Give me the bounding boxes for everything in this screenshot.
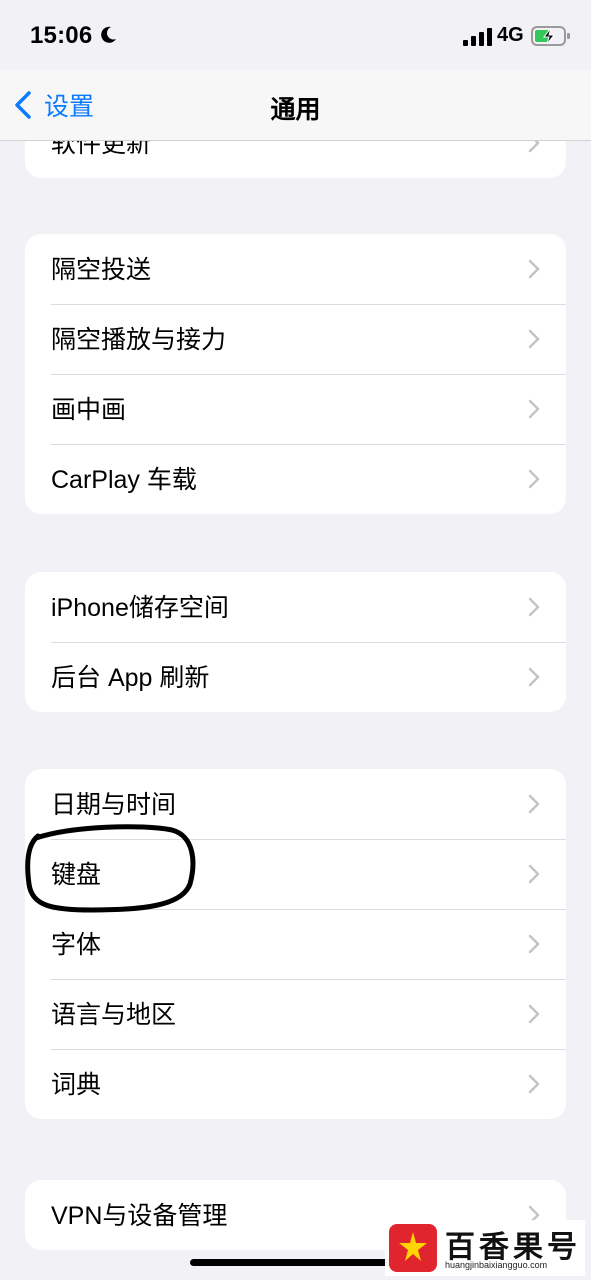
row-label: CarPlay 车载 [51, 466, 197, 494]
chevron-right-icon [528, 794, 540, 814]
row-language-region[interactable]: 语言与地区 [25, 979, 566, 1049]
row-airplay-handoff[interactable]: 隔空播放与接力 [25, 304, 566, 374]
row-picture-in-picture[interactable]: 画中画 [25, 374, 566, 444]
row-label: 日期与时间 [51, 791, 177, 819]
watermark-url: huangjinbaixiangguo.com [445, 1260, 548, 1270]
chevron-right-icon [528, 141, 540, 153]
home-indicator [190, 1259, 400, 1266]
row-keyboard[interactable]: 键盘 [25, 839, 566, 909]
row-airdrop[interactable]: 隔空投送 [25, 234, 566, 304]
row-label: 键盘 [51, 861, 102, 889]
battery-charging-icon [531, 26, 570, 46]
row-label: 词典 [51, 1071, 102, 1099]
row-carplay[interactable]: CarPlay 车载 [25, 444, 566, 514]
row-iphone-storage[interactable]: iPhone储存空间 [25, 572, 566, 642]
chevron-right-icon [528, 667, 540, 687]
row-label: 语言与地区 [51, 1001, 177, 1029]
row-label: 隔空投送 [51, 256, 152, 284]
chevron-right-icon [528, 329, 540, 349]
settings-group-connectivity: 隔空投送 隔空播放与接力 画中画 CarPlay 车载 [25, 234, 566, 514]
chevron-right-icon [528, 469, 540, 489]
chevron-right-icon [528, 399, 540, 419]
watermark: 百香果号 huangjinbaixiangguo.com [385, 1220, 585, 1276]
row-label: 软件更新 [51, 141, 152, 158]
settings-group-update: 软件更新 [25, 141, 566, 178]
chevron-right-icon [528, 259, 540, 279]
settings-list[interactable]: 软件更新 隔空投送 隔空播放与接力 画中画 CarPlay 车载 iPhone储… [0, 141, 591, 1280]
chevron-right-icon [528, 1004, 540, 1024]
row-label: iPhone储存空间 [51, 594, 229, 622]
chevron-right-icon [528, 864, 540, 884]
navigation-bar: 设置 通用 [0, 70, 591, 141]
chevron-right-icon [528, 597, 540, 617]
row-background-app-refresh[interactable]: 后台 App 刷新 [25, 642, 566, 712]
signal-icon [463, 28, 492, 46]
row-label: 字体 [51, 931, 102, 959]
row-label: 隔空播放与接力 [51, 326, 227, 354]
row-software-update[interactable]: 软件更新 [25, 141, 566, 178]
status-bar: 15:06 4G [0, 0, 591, 70]
settings-group-storage: iPhone储存空间 后台 App 刷新 [25, 572, 566, 712]
row-date-time[interactable]: 日期与时间 [25, 769, 566, 839]
row-dictionary[interactable]: 词典 [25, 1049, 566, 1119]
chevron-right-icon [528, 1074, 540, 1094]
settings-group-locale: 日期与时间 键盘 字体 语言与地区 词典 [25, 769, 566, 1119]
brand-logo-icon [389, 1224, 437, 1272]
status-time: 15:06 [30, 22, 93, 49]
network-type: 4G [497, 24, 524, 46]
page-title: 通用 [270, 96, 321, 124]
row-fonts[interactable]: 字体 [25, 909, 566, 979]
row-label: 画中画 [51, 396, 127, 424]
moon-icon [101, 26, 116, 43]
row-label: VPN与设备管理 [51, 1202, 228, 1230]
chevron-right-icon [528, 934, 540, 954]
row-label: 后台 App 刷新 [51, 664, 210, 692]
